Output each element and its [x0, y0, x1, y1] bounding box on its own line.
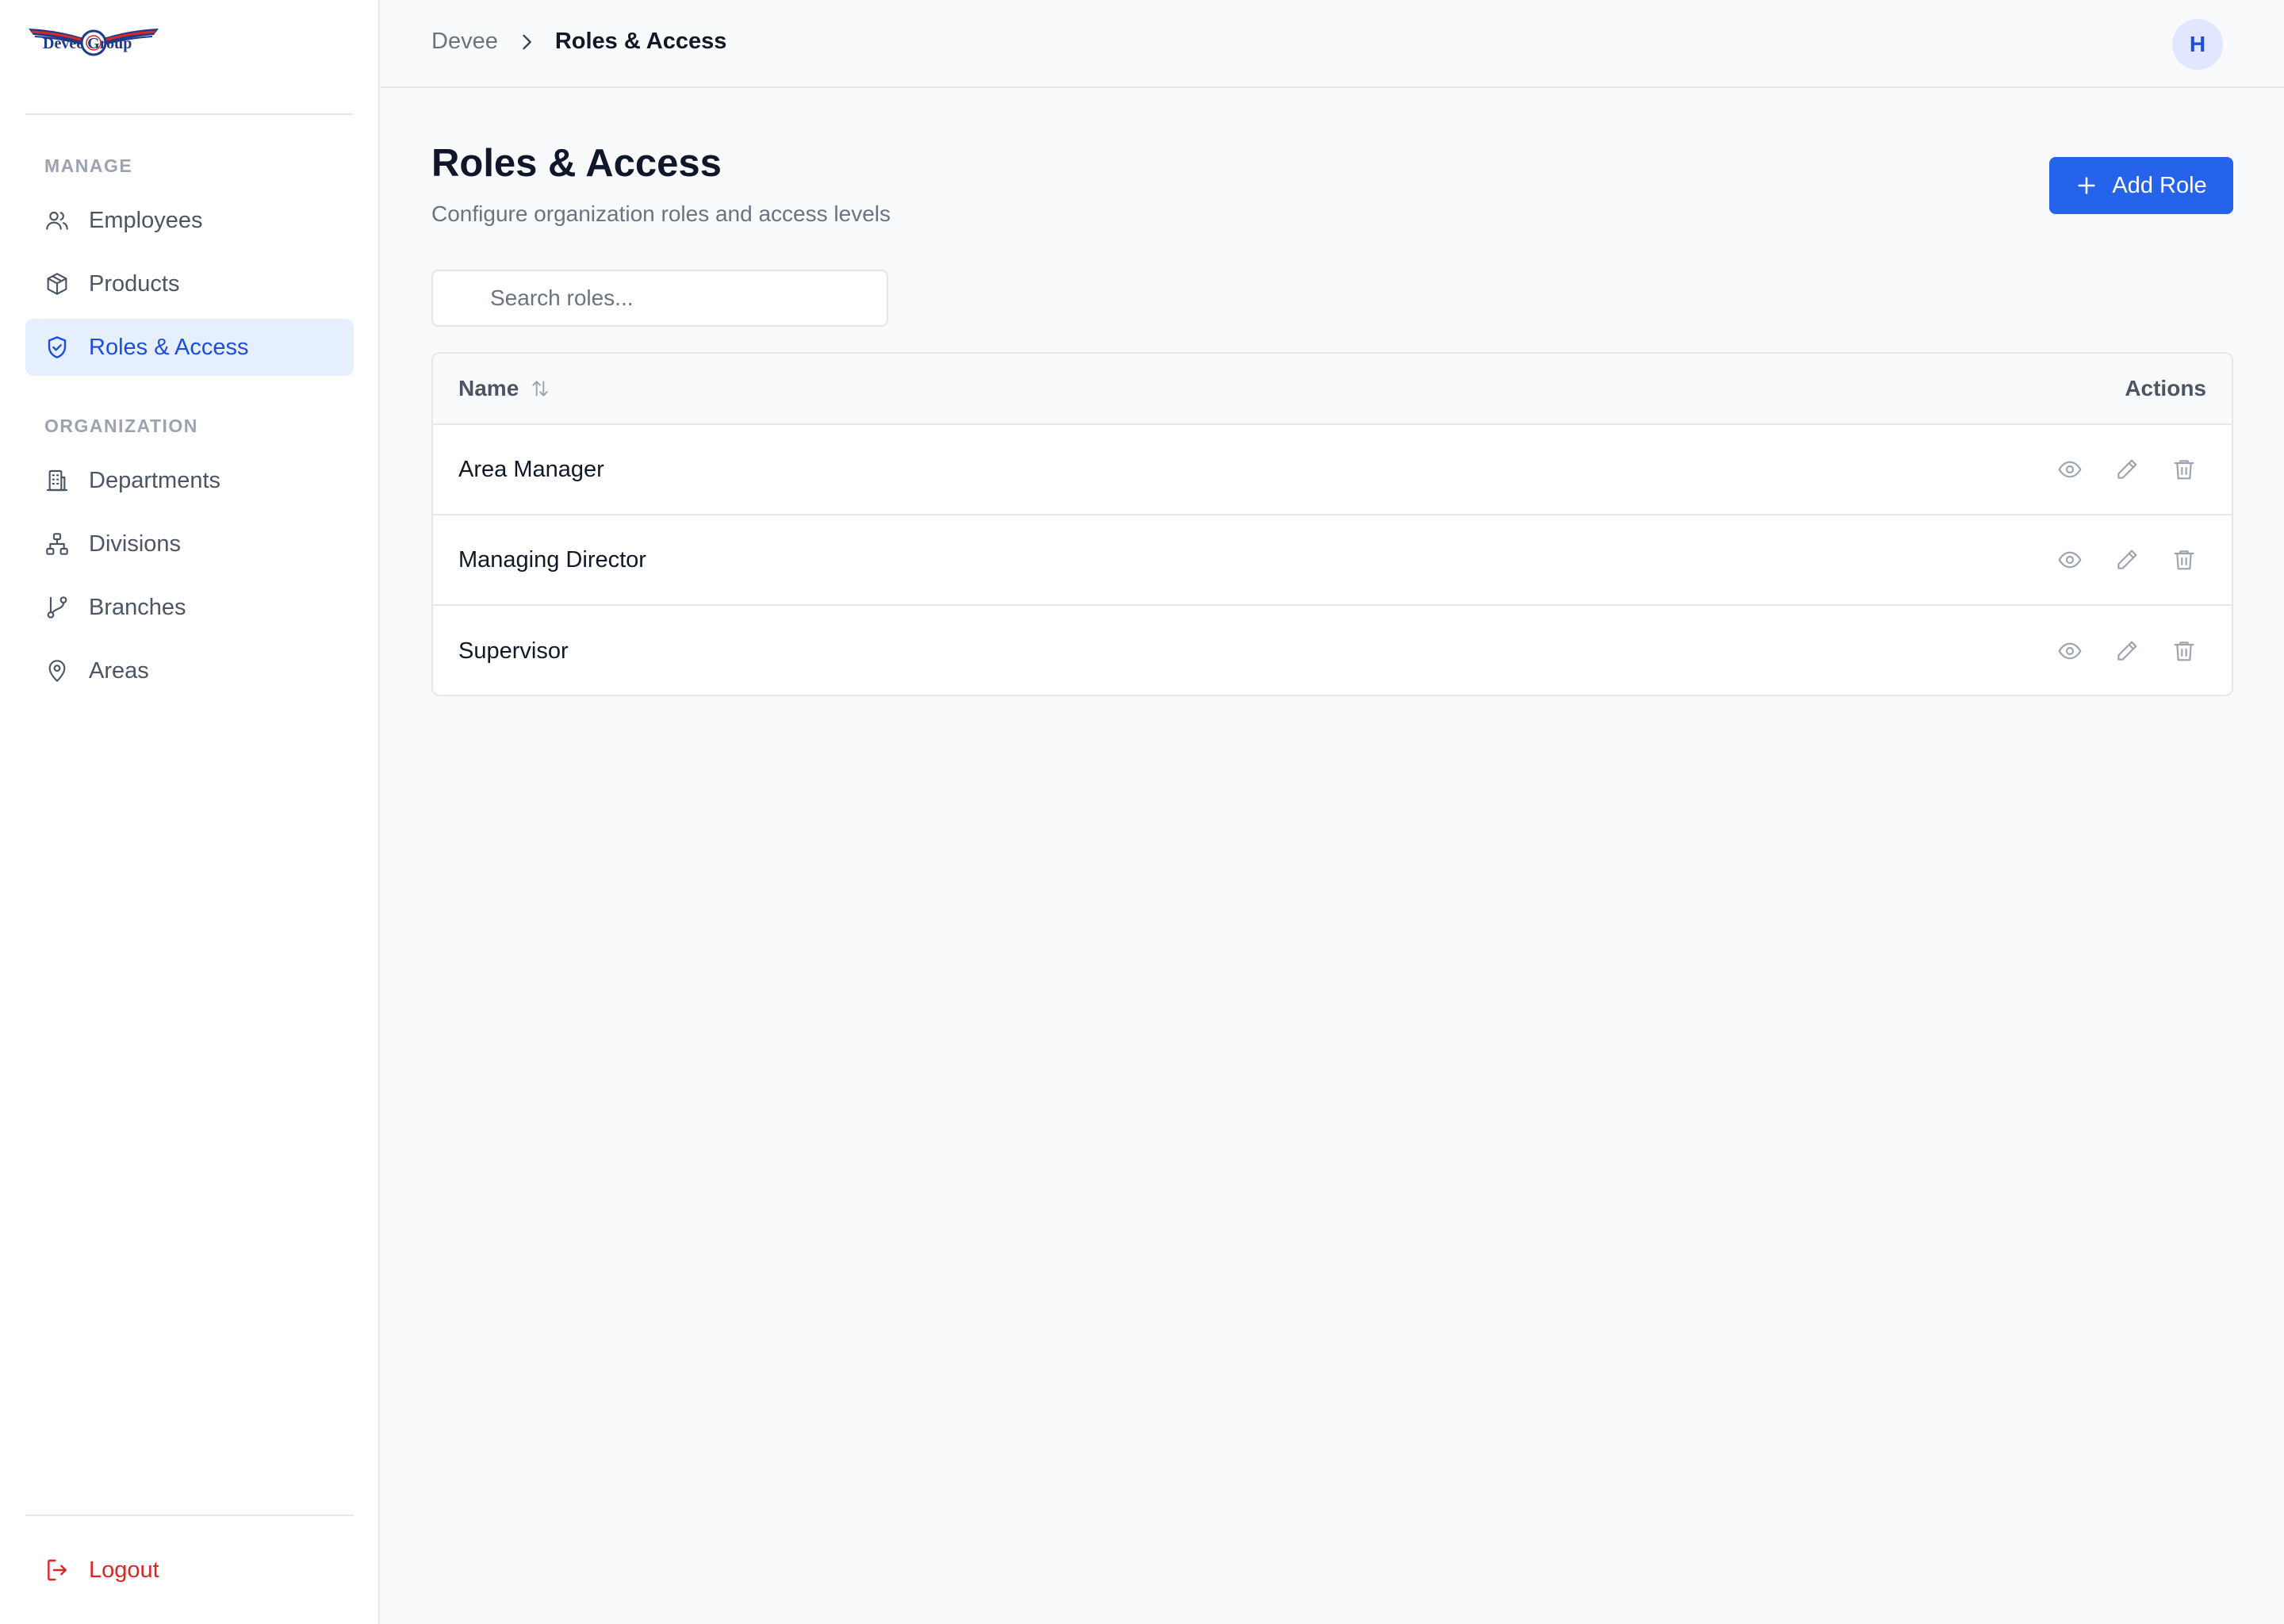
sidebar-item-label: Divisions	[89, 530, 182, 557]
avatar[interactable]: H	[2172, 19, 2223, 70]
role-name: Managing Director	[458, 546, 646, 573]
page-subtitle: Configure organization roles and access …	[431, 201, 891, 226]
logout-label: Logout	[89, 1557, 159, 1583]
chevron-right-icon	[515, 31, 538, 53]
sidebar-item-label: Products	[89, 270, 180, 297]
sidebar-item-divisions[interactable]: Divisions	[25, 515, 354, 573]
sidebar-item-label: Branches	[89, 594, 186, 620]
add-role-label: Add Role	[2112, 172, 2207, 198]
row-actions	[2025, 638, 2197, 664]
delete-trash-icon[interactable]	[2171, 457, 2197, 482]
breadcrumb: Devee Roles & Access	[431, 29, 726, 55]
sidebar-item-roles-access[interactable]: Roles & Access	[25, 319, 354, 376]
column-header-name[interactable]: Name	[458, 376, 550, 401]
sidebar-item-employees[interactable]: Employees	[25, 192, 354, 249]
table-header: Name Actions	[433, 354, 2232, 425]
search-input[interactable]	[431, 270, 888, 327]
view-eye-icon[interactable]	[2057, 547, 2083, 573]
logout-icon	[44, 1557, 70, 1583]
breadcrumb-item-root[interactable]: Devee	[431, 29, 498, 55]
shield-check-icon	[44, 335, 70, 360]
nav-section-manage: MANAGE	[44, 155, 133, 176]
package-icon	[44, 271, 70, 297]
breadcrumb-item-current: Roles & Access	[554, 29, 727, 54]
sidebar-item-areas[interactable]: Areas	[25, 642, 354, 699]
map-pin-icon	[44, 658, 70, 684]
table-row: Managing Director	[433, 515, 2232, 606]
edit-pencil-icon[interactable]	[2114, 638, 2140, 664]
page-title: Roles & Access	[431, 142, 722, 185]
sidebar-item-departments[interactable]: Departments	[25, 452, 354, 509]
table-row: Supervisor	[433, 606, 2232, 695]
logout-button[interactable]: Logout	[25, 1542, 354, 1599]
column-header-label: Name	[458, 376, 519, 400]
git-branch-icon	[44, 595, 70, 620]
sidebar-divider	[25, 113, 354, 115]
view-eye-icon[interactable]	[2057, 638, 2083, 664]
sidebar-item-products[interactable]: Products	[25, 255, 354, 312]
network-icon	[44, 531, 70, 557]
sidebar-divider	[25, 1515, 354, 1516]
sidebar-item-branches[interactable]: Branches	[25, 579, 354, 636]
logo-text: Devee Group	[43, 35, 132, 52]
row-actions	[2025, 457, 2197, 482]
view-eye-icon[interactable]	[2057, 457, 2083, 482]
role-name: Supervisor	[458, 638, 569, 664]
add-role-button[interactable]: Add Role	[2049, 157, 2233, 214]
role-name: Area Manager	[458, 456, 604, 482]
delete-trash-icon[interactable]	[2171, 547, 2197, 573]
sidebar: Devee Group MANAGE Employees Products Ro…	[0, 0, 380, 1624]
edit-pencil-icon[interactable]	[2114, 457, 2140, 482]
edit-pencil-icon[interactable]	[2114, 547, 2140, 573]
row-actions	[2025, 547, 2197, 573]
roles-table: Name Actions Area Manager Managing Direc…	[431, 352, 2233, 696]
plus-icon	[2075, 174, 2098, 197]
building-icon	[44, 468, 70, 493]
delete-trash-icon[interactable]	[2171, 638, 2197, 664]
users-icon	[44, 208, 70, 233]
sort-arrows-icon[interactable]	[530, 378, 550, 399]
sidebar-item-label: Employees	[89, 207, 203, 233]
nav-section-organization: ORGANIZATION	[44, 416, 198, 436]
column-header-actions: Actions	[2125, 376, 2206, 400]
table-row: Area Manager	[433, 425, 2232, 515]
sidebar-item-label: Roles & Access	[89, 334, 249, 360]
sidebar-item-label: Areas	[89, 657, 149, 684]
sidebar-item-label: Departments	[89, 467, 221, 493]
top-bar: Devee Roles & Access H	[381, 0, 2284, 88]
